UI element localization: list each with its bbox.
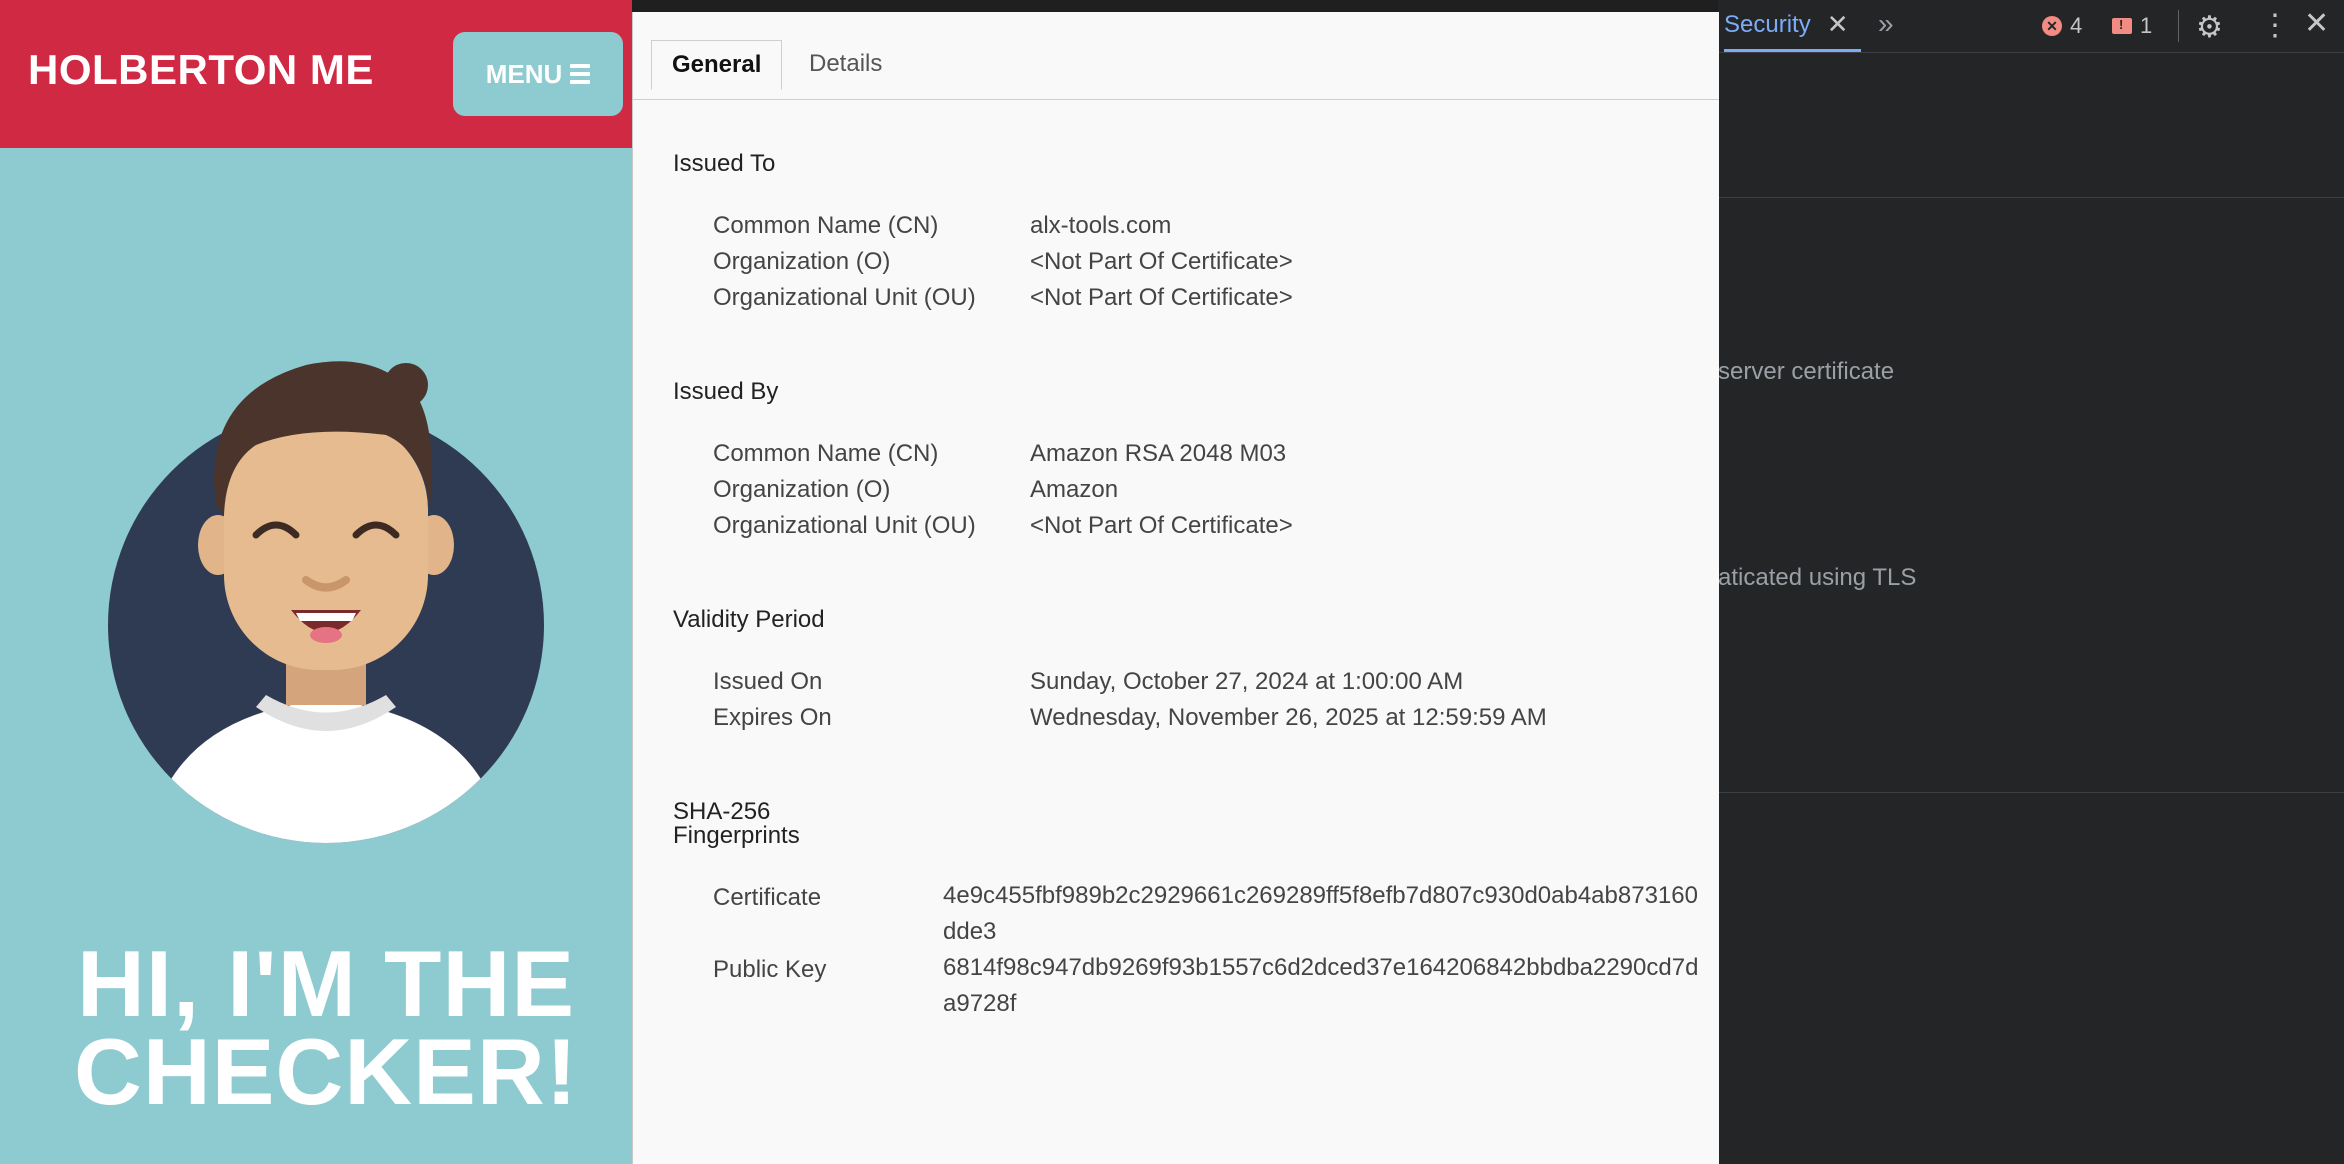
error-icon: ✕ (2042, 16, 2062, 36)
field-label: Certificate (713, 884, 822, 911)
field-label: Issued On (713, 668, 823, 695)
site-brand[interactable]: HOLBERTON ME (28, 46, 374, 94)
toolbar-divider (2178, 10, 2179, 42)
close-icon[interactable]: ✕ (1827, 9, 1849, 40)
error-counter[interactable]: ✕ 4 (2042, 13, 2082, 39)
field-value: Wednesday, November 26, 2025 at 12:59:59… (1030, 704, 1547, 731)
menu-label: MENU (485, 58, 563, 89)
website-viewport: HOLBERTON ME MENU HI, I'M THE CHECKER! (0, 0, 632, 1164)
field-value: <Not Part Of Certificate> (1030, 284, 1293, 311)
field-value: Sunday, October 27, 2024 at 1:00:00 AM (1030, 668, 1464, 695)
field-value: Amazon (1030, 476, 1119, 503)
certificate-dialog: General Details Issued To Common Name (C… (632, 12, 1719, 1164)
field-label: Expires On (713, 704, 832, 731)
hamburger-icon (570, 64, 591, 84)
tab-general[interactable]: General (651, 40, 783, 90)
field-label: Common Name (CN) (713, 440, 939, 467)
field-label: Common Name (CN) (713, 212, 939, 239)
menu-button[interactable]: MENU (453, 32, 623, 116)
field-label: Organization (O) (713, 476, 891, 503)
close-devtools-icon[interactable]: ✕ (2304, 6, 2329, 41)
fingerprints-title-2: Fingerprints (673, 822, 800, 849)
tab-details[interactable]: Details (789, 40, 902, 88)
issue-icon (2112, 17, 2132, 34)
security-text-1: server certificate (1718, 358, 1895, 385)
field-value: Amazon RSA 2048 M03 (1030, 440, 1287, 467)
kebab-icon[interactable]: ⋮ (2260, 8, 2290, 43)
field-value: <Not Part Of Certificate> (1030, 248, 1293, 275)
security-text-2: aticated using TLS (1718, 564, 1917, 591)
fingerprints-title-1: SHA-256 (673, 798, 771, 825)
certificate-tabs: General Details (633, 40, 1719, 100)
tab-security[interactable]: Security ✕ (1724, 0, 1861, 52)
dialog-titlebar (632, 0, 1718, 12)
error-count: 4 (2070, 13, 2083, 38)
tab-security-label: Security (1724, 10, 1811, 38)
site-header: HOLBERTON ME MENU (0, 0, 632, 148)
issue-count: 1 (2140, 13, 2153, 38)
section-issued-to: Issued To (673, 150, 776, 177)
avatar-illustration (108, 361, 544, 843)
field-label: Organizational Unit (OU) (713, 512, 976, 539)
field-value: alx-tools.com (1030, 212, 1172, 239)
field-label: Organizational Unit (OU) (713, 284, 976, 311)
field-label: Public Key (713, 956, 827, 983)
devtools-panel: Security ✕ » ✕ 4 1 ⚙ ⋮ ✕ server certific… (1718, 0, 2344, 1164)
hero-line-1: HI, I'M THE (76, 931, 576, 1036)
section-fingerprints: SHA-256 Fingerprints (673, 800, 800, 848)
divider (1718, 792, 2344, 793)
section-validity-period: Validity Period (673, 606, 825, 633)
divider (1718, 197, 2344, 198)
public-key-fingerprint: 6814f98c947db9269f93b1557c6d2dced37e1642… (943, 954, 1699, 1017)
hero-line-2: CHECKER! (73, 1019, 579, 1124)
certificate-fingerprint: 4e9c455fbf989b2c2929661c269289ff5f8efb7d… (943, 882, 1698, 945)
field-value: <Not Part Of Certificate> (1030, 512, 1293, 539)
field-label: Organization (O) (713, 248, 891, 275)
chevron-double-right-icon[interactable]: » (1878, 8, 1894, 40)
devtools-tabbar: Security ✕ » ✕ 4 1 ⚙ ⋮ ✕ (1718, 0, 2344, 53)
section-issued-by: Issued By (673, 378, 779, 405)
issue-counter[interactable]: 1 (2112, 13, 2152, 39)
gear-icon[interactable]: ⚙ (2196, 10, 2223, 45)
hero-title: HI, I'M THE CHECKER! (0, 931, 632, 1124)
